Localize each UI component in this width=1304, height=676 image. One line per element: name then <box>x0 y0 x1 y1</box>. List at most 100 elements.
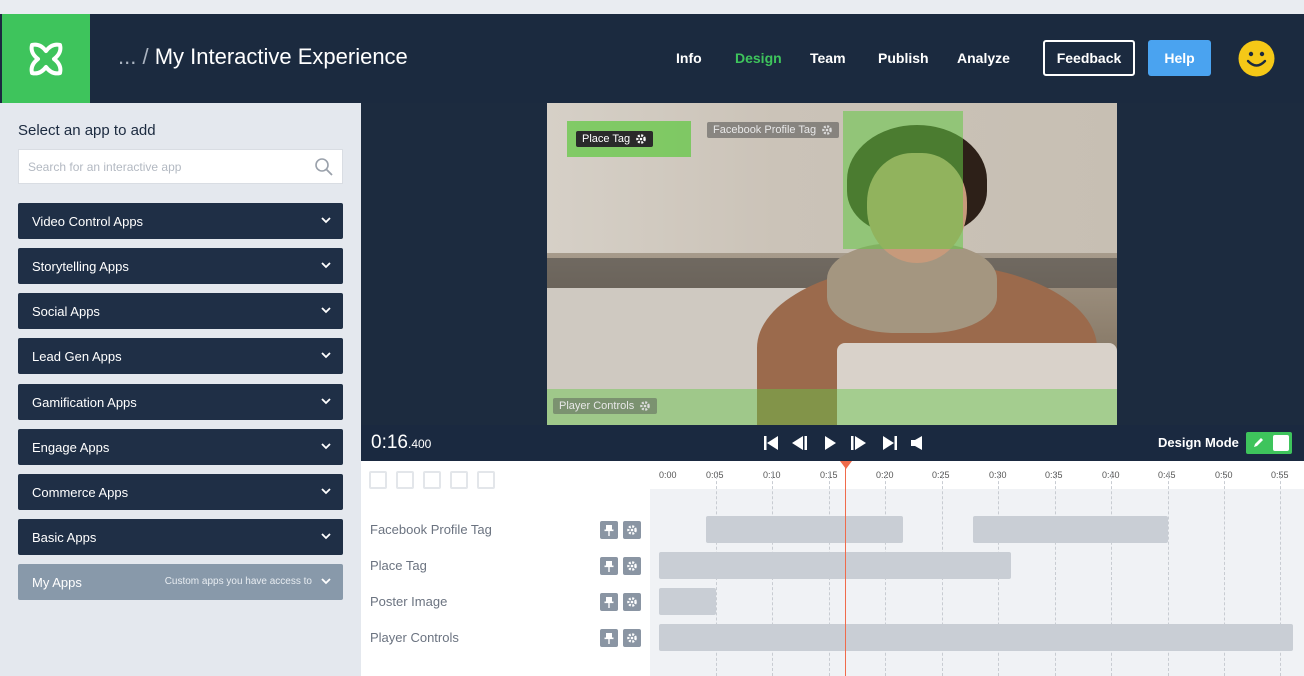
skip-to-end-icon[interactable] <box>881 434 899 452</box>
track-settings-button[interactable] <box>623 557 641 575</box>
pin-icon <box>604 561 614 572</box>
video-stage: Place Tag Facebook Profile Tag Player Co… <box>361 103 1304 425</box>
track-bar-place[interactable] <box>659 552 1011 579</box>
play-icon[interactable] <box>821 434 839 452</box>
gear-icon[interactable] <box>639 400 651 412</box>
app-search-input[interactable]: Search for an interactive app <box>18 149 343 184</box>
pin-button[interactable] <box>600 629 618 647</box>
timeline-tool-3[interactable] <box>423 471 441 489</box>
category-label: Commerce Apps <box>32 484 129 500</box>
app-window: ... / My Interactive Experience Info Des… <box>0 14 1304 676</box>
pin-icon <box>604 597 614 608</box>
video-preview[interactable]: Place Tag Facebook Profile Tag Player Co… <box>547 103 1117 425</box>
tick-label: 0:45 <box>1158 470 1176 480</box>
help-button[interactable]: Help <box>1148 40 1211 76</box>
track-bar-facebook-2[interactable] <box>973 516 1168 543</box>
category-commerce[interactable]: Commerce Apps <box>18 474 343 510</box>
page-title: My Interactive Experience <box>154 44 408 69</box>
pencil-icon <box>1254 438 1263 447</box>
timeline-tool-5[interactable] <box>477 471 495 489</box>
pin-icon <box>604 633 614 644</box>
nav-publish[interactable]: Publish <box>878 50 929 66</box>
playhead-handle[interactable] <box>840 461 852 469</box>
pin-button[interactable] <box>600 593 618 611</box>
track-bar-player[interactable] <box>659 624 1293 651</box>
category-basic[interactable]: Basic Apps <box>18 519 343 555</box>
track-label-facebook: Facebook Profile Tag <box>370 522 492 537</box>
facebook-tag-hotspot[interactable] <box>843 111 963 249</box>
timeline-ruler[interactable]: 0:00 0:05 0:10 0:15 0:20 0:25 0:30 0:35 … <box>650 461 1304 489</box>
gear-icon[interactable] <box>635 133 647 145</box>
pin-button[interactable] <box>600 557 618 575</box>
chevron-down-icon <box>321 262 331 269</box>
category-gamification[interactable]: Gamification Apps <box>18 384 343 420</box>
nav-analyze[interactable]: Analyze <box>957 50 1010 66</box>
breadcrumb-parent[interactable]: ... / <box>118 44 149 69</box>
design-mode-toggle[interactable] <box>1246 432 1292 454</box>
category-label: Gamification Apps <box>32 394 137 410</box>
nav-team[interactable]: Team <box>810 50 846 66</box>
timeline-toolbar <box>369 471 495 489</box>
tick-label: 0:00 <box>659 470 677 480</box>
track-bar-poster[interactable] <box>659 588 716 615</box>
logo-icon <box>29 42 63 75</box>
category-lead-gen[interactable]: Lead Gen Apps <box>18 338 343 374</box>
category-subtitle: Custom apps you have access to <box>164 576 312 587</box>
category-label: My Apps <box>32 574 82 590</box>
category-social[interactable]: Social Apps <box>18 293 343 329</box>
playhead[interactable] <box>845 461 846 676</box>
top-header: ... / My Interactive Experience Info Des… <box>0 14 1304 103</box>
pin-icon <box>604 525 614 536</box>
chevron-down-icon <box>321 307 331 314</box>
smiley-avatar-icon[interactable] <box>1238 40 1275 77</box>
category-label: Lead Gen Apps <box>32 348 122 364</box>
nav-design[interactable]: Design <box>735 50 782 66</box>
gear-icon <box>627 597 637 607</box>
step-back-icon[interactable] <box>791 434 809 452</box>
gear-icon <box>627 561 637 571</box>
category-label: Video Control Apps <box>32 213 144 229</box>
tag-name: Player Controls <box>559 400 635 412</box>
track-settings-button[interactable] <box>623 521 641 539</box>
category-label: Engage Apps <box>32 439 110 455</box>
app-sidebar: Select an app to add Search for an inter… <box>0 103 361 676</box>
category-engage[interactable]: Engage Apps <box>18 429 343 465</box>
category-label: Storytelling Apps <box>32 258 129 274</box>
category-storytelling[interactable]: Storytelling Apps <box>18 248 343 284</box>
track-label-poster: Poster Image <box>370 594 448 609</box>
search-icon[interactable] <box>314 157 334 177</box>
skip-to-start-icon[interactable] <box>762 434 780 452</box>
timeline-tool-2[interactable] <box>396 471 414 489</box>
facebook-profile-tag-label[interactable]: Facebook Profile Tag <box>707 122 840 138</box>
place-tag-label[interactable]: Place Tag <box>576 131 654 147</box>
step-forward-icon[interactable] <box>849 434 867 452</box>
brand-logo[interactable] <box>2 14 90 103</box>
breadcrumb: ... / My Interactive Experience <box>118 44 408 70</box>
category-video-control[interactable]: Video Control Apps <box>18 203 343 239</box>
chevron-down-icon <box>321 488 331 495</box>
gear-icon <box>627 633 637 643</box>
chevron-down-icon <box>321 217 331 224</box>
chevron-down-icon <box>321 443 331 450</box>
nav-info[interactable]: Info <box>676 50 702 66</box>
timeline-tool-1[interactable] <box>369 471 387 489</box>
search-placeholder: Search for an interactive app <box>28 160 182 174</box>
category-my-apps[interactable]: My Apps Custom apps you have access to <box>18 564 343 600</box>
timeline-panel: 0:00 0:05 0:10 0:15 0:20 0:25 0:30 0:35 … <box>361 461 1304 676</box>
pin-button[interactable] <box>600 521 618 539</box>
tag-name: Place Tag <box>582 133 631 145</box>
track-bar-facebook-1[interactable] <box>706 516 903 543</box>
player-controls-tag-label[interactable]: Player Controls <box>553 398 658 414</box>
timeline-tool-4[interactable] <box>450 471 468 489</box>
track-label-place: Place Tag <box>370 558 427 573</box>
category-label: Social Apps <box>32 303 100 319</box>
gear-icon[interactable] <box>821 124 833 136</box>
chevron-down-icon <box>321 398 331 405</box>
volume-icon[interactable] <box>909 434 927 452</box>
feedback-button[interactable]: Feedback <box>1043 40 1135 76</box>
track-settings-button[interactable] <box>623 593 641 611</box>
track-settings-button[interactable] <box>623 629 641 647</box>
time-ms: .400 <box>407 437 432 451</box>
gear-icon <box>627 525 637 535</box>
tick-label: 0:05 <box>706 470 724 480</box>
